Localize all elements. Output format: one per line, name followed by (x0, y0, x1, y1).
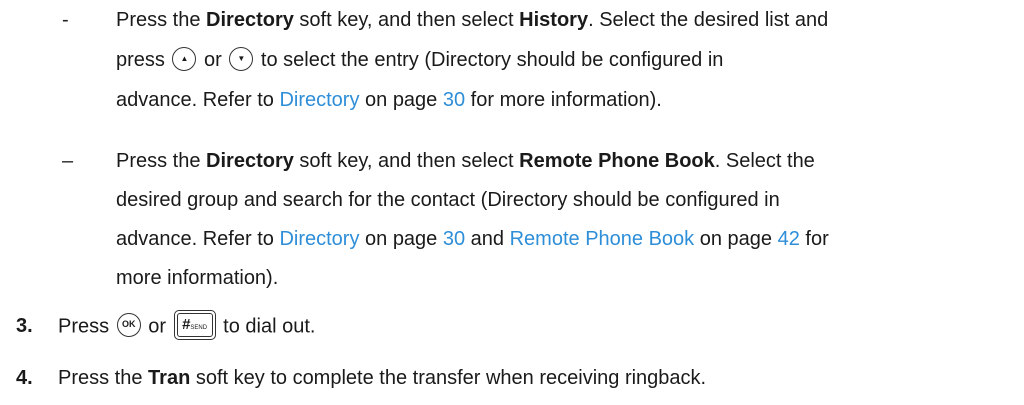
step-number: 4. (16, 367, 33, 389)
directory-softkey-label: Directory (206, 9, 294, 31)
tran-softkey-label: Tran (148, 367, 191, 389)
bullet-marker: - (62, 9, 69, 31)
bullet-history-line-3: advance. Refer to Directory on page 30 f… (116, 89, 662, 111)
directory-link[interactable]: Directory (279, 228, 359, 250)
down-arrow-key-icon: ▼ (229, 46, 254, 71)
remote-phone-book-menu-label: Remote Phone Book (519, 150, 715, 172)
document-page: - Press the Directory soft key, and then… (0, 0, 1024, 405)
directory-softkey-label: Directory (206, 150, 294, 172)
page-link-42[interactable]: 42 (778, 228, 800, 250)
hash-send-key-icon: #SEND (173, 310, 216, 340)
page-link-30[interactable]: 30 (443, 228, 465, 250)
bullet-remote-line-2: desired group and search for the contact… (116, 189, 780, 211)
step-4-text: Press the Tran soft key to complete the … (58, 367, 707, 389)
step-3-text: Press OK or #SEND to dial out. (58, 310, 315, 342)
step-number: 3. (16, 315, 33, 337)
bullet-remote-line-1: Press the Directory soft key, and then s… (116, 150, 815, 172)
remote-phone-book-link[interactable]: Remote Phone Book (510, 228, 695, 250)
page-link-30[interactable]: 30 (443, 89, 465, 111)
bullet-remote-line-3: advance. Refer to Directory on page 30 a… (116, 228, 829, 250)
bullet-history-line-2: press ▲ or ▼ to select the entry (Direct… (116, 46, 723, 74)
directory-link[interactable]: Directory (279, 89, 359, 111)
bullet-history-line-1: Press the Directory soft key, and then s… (116, 9, 829, 31)
ok-key-icon: OK (116, 313, 141, 337)
bullet-marker: – (62, 150, 74, 172)
history-menu-label: History (519, 9, 589, 31)
bullet-remote-line-4: more information). (116, 267, 279, 289)
up-arrow-key-icon: ▲ (172, 46, 197, 71)
